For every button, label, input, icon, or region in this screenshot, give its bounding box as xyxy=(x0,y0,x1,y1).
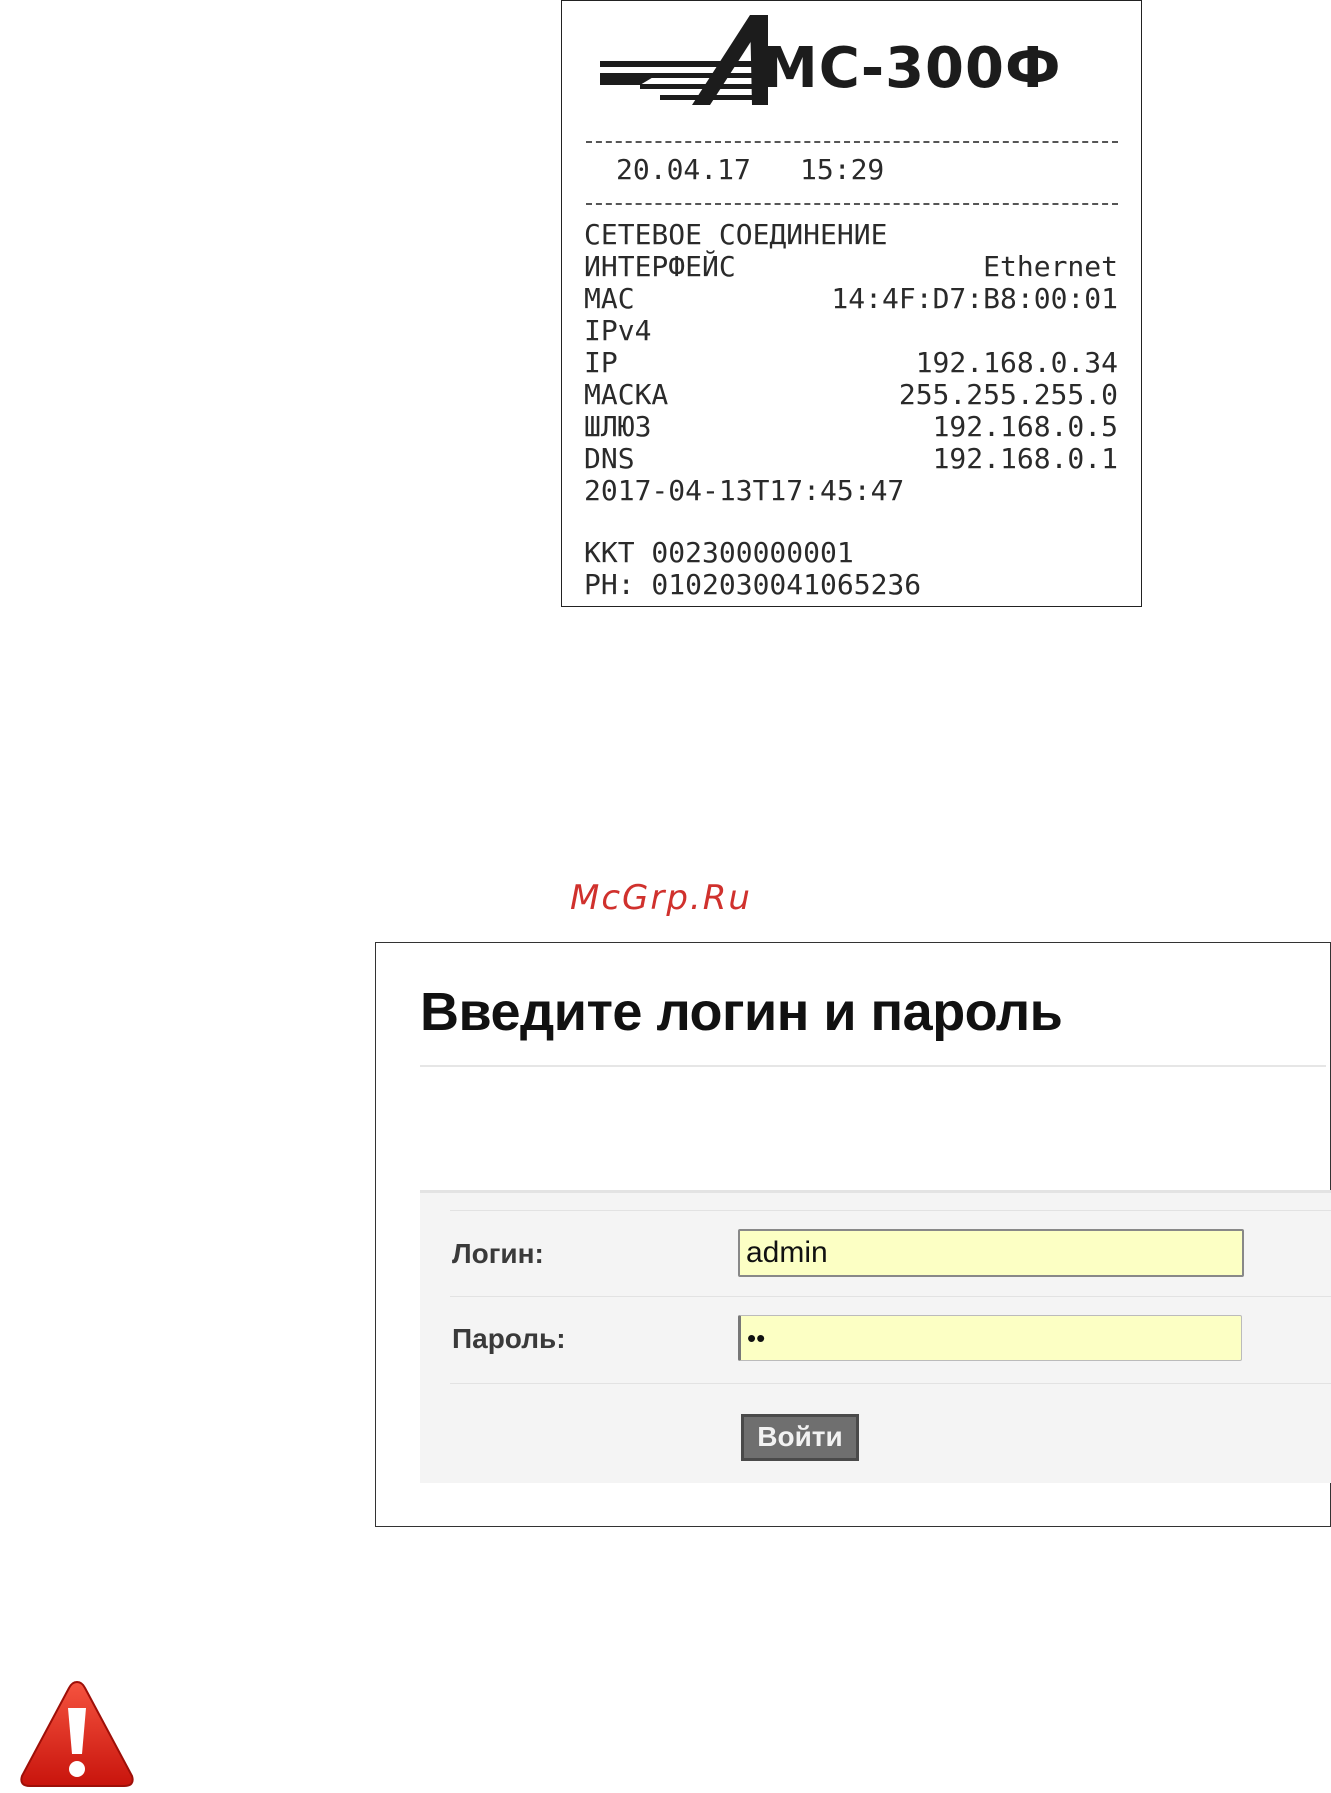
kkt-text: ККТ 002300000001 xyxy=(584,536,854,569)
receipt-time: 15:29 xyxy=(800,153,885,186)
row-value: 192.168.0.1 xyxy=(932,442,1118,475)
row-label: IPv4 xyxy=(584,314,652,347)
row-value: Ethernet xyxy=(983,250,1118,283)
title-divider xyxy=(420,1065,1326,1067)
page-title: Введите логин и пароль xyxy=(420,982,1063,1042)
row-label: МАСКА xyxy=(584,378,669,411)
receipt-image: МС-300Ф 20.04.17 15:29 СЕТЕВОЕ СОЕДИНЕНИ… xyxy=(561,0,1142,607)
rn-text: РН: 0102030041065236 xyxy=(584,568,922,601)
row-divider xyxy=(450,1210,1331,1211)
row-divider xyxy=(450,1296,1331,1297)
receipt-date: 20.04.17 xyxy=(616,153,751,186)
row-label: ИНТЕРФЕЙС xyxy=(584,250,736,283)
row-label: MAC xyxy=(584,282,635,315)
receipt-row: MAC 14:4F:D7:B8:00:01 xyxy=(584,283,1118,315)
receipt-section-title: СЕТЕВОЕ СОЕДИНЕНИЕ xyxy=(584,219,1118,251)
row-label: DNS xyxy=(584,442,635,475)
dashed-divider xyxy=(586,203,1118,205)
timestamp-text: 2017-04-13T17:45:47 xyxy=(584,474,905,507)
receipt-kkt: ККТ 002300000001 xyxy=(584,537,1118,569)
logo-text: МС-300Ф xyxy=(762,36,1062,101)
row-value: 14:4F:D7:B8:00:01 xyxy=(831,282,1118,315)
row-label: IP xyxy=(584,346,618,379)
warning-triangle-icon xyxy=(20,1680,134,1787)
receipt-row: МАСКА 255.255.255.0 xyxy=(584,379,1118,411)
row-value: 192.168.0.34 xyxy=(915,346,1118,379)
row-divider xyxy=(450,1383,1331,1384)
login-form: Логин: admin Пароль: •• Войти xyxy=(420,1190,1331,1483)
receipt-datetime: 20.04.17 15:29 xyxy=(616,154,1150,186)
section-title-text: СЕТЕВОЕ СОЕДИНЕНИЕ xyxy=(584,218,888,251)
receipt-timestamp: 2017-04-13T17:45:47 xyxy=(584,475,1118,507)
dashed-divider xyxy=(586,141,1118,143)
login-screenshot: Введите логин и пароль Логин: admin Паро… xyxy=(375,942,1331,1527)
row-value: 255.255.255.0 xyxy=(898,378,1118,411)
login-button[interactable]: Войти xyxy=(741,1414,859,1461)
row-label: ШЛЮЗ xyxy=(584,410,652,443)
receipt-row: ИНТЕРФЕЙС Ethernet xyxy=(584,251,1118,283)
password-label: Пароль: xyxy=(452,1323,566,1354)
row-value: 192.168.0.5 xyxy=(932,410,1118,443)
receipt-row: IPv4 xyxy=(584,315,1118,347)
receipt-rn: РН: 0102030041065236 xyxy=(584,569,1118,601)
login-input[interactable]: admin xyxy=(738,1229,1244,1277)
receipt-row: DNS 192.168.0.1 xyxy=(584,443,1118,475)
password-input[interactable]: •• xyxy=(738,1315,1242,1361)
receipt-row: IP 192.168.0.34 xyxy=(584,347,1118,379)
receipt-row: ШЛЮЗ 192.168.0.5 xyxy=(584,411,1118,443)
watermark: McGrp.Ru xyxy=(570,878,752,918)
login-label: Логин: xyxy=(452,1238,544,1269)
